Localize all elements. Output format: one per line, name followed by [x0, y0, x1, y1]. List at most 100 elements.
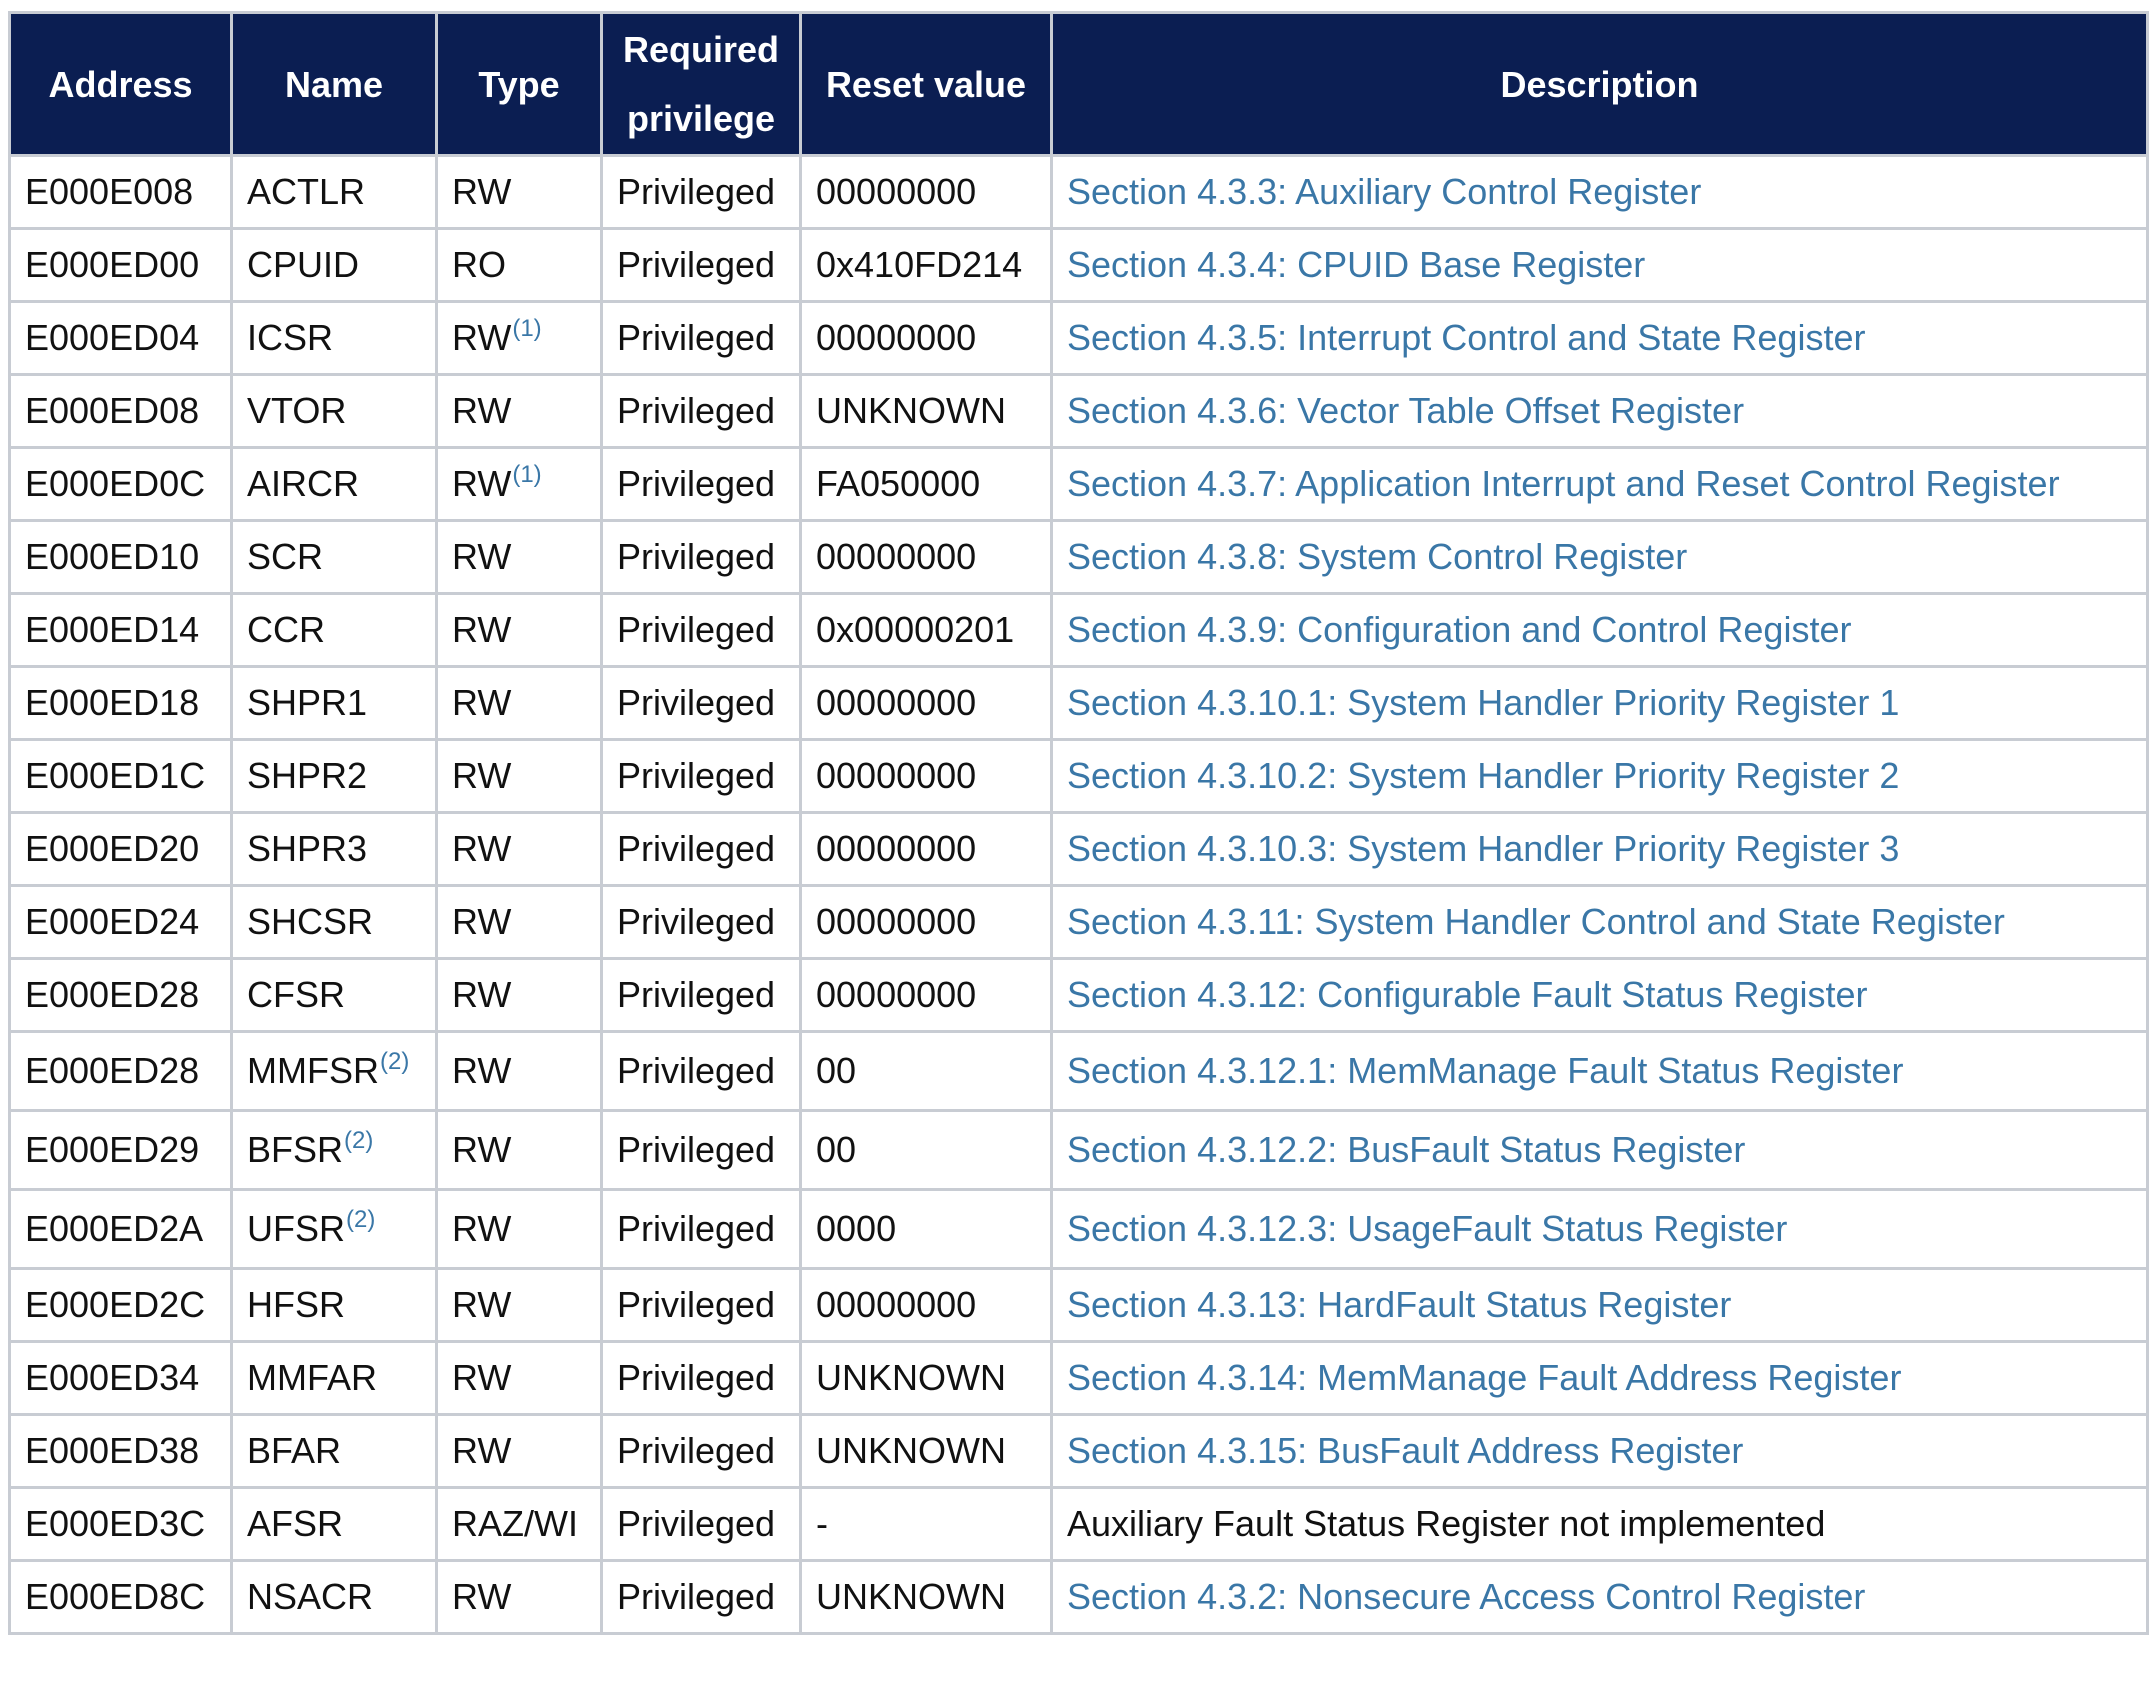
cell-description-link[interactable]: Section 4.3.2: Nonsecure Access Control …	[1050, 1559, 2149, 1635]
header-name: Name	[230, 11, 438, 157]
cell-description-link[interactable]: Section 4.3.5: Interrupt Control and Sta…	[1050, 300, 2149, 376]
cell-reset-value-text: UNKNOWN	[816, 1357, 1006, 1398]
cell-description-link[interactable]: Section 4.3.9: Configuration and Control…	[1050, 592, 2149, 668]
cell-description-link-text[interactable]: Section 4.3.12.1: MemManage Fault Status…	[1067, 1050, 1903, 1091]
cell-description-link-text[interactable]: Section 4.3.10.1: System Handler Priorit…	[1067, 682, 1899, 723]
cell-name: BFAR	[230, 1413, 438, 1489]
cell-privilege-text: Privileged	[617, 171, 776, 212]
cell-description-link-text[interactable]: Section 4.3.15: BusFault Address Registe…	[1067, 1430, 1743, 1471]
cell-privilege-text: Privileged	[617, 1050, 776, 1091]
cell-type-text: RW	[452, 463, 512, 504]
cell-reset-value: 0x410FD214	[799, 227, 1053, 303]
cell-description-link[interactable]: Section 4.3.3: Auxiliary Control Registe…	[1050, 154, 2149, 230]
cell-reset-value-text: UNKNOWN	[816, 1430, 1006, 1471]
cell-name-text: CPUID	[247, 244, 360, 285]
cell-description-link[interactable]: Section 4.3.4: CPUID Base Register	[1050, 227, 2149, 303]
cell-type: RW	[435, 1340, 603, 1416]
cell-description-link[interactable]: Section 4.3.8: System Control Register	[1050, 519, 2149, 595]
cell-description-link[interactable]: Section 4.3.14: MemManage Fault Address …	[1050, 1340, 2149, 1416]
cell-name: SHPR1	[230, 665, 438, 741]
cell-type-text: RW	[452, 536, 512, 577]
table-row: E000ED10 SCR RW Privileged 00000000 Section 4…	[8, 519, 2149, 595]
cell-description-link[interactable]: Section 4.3.12.3: UsageFault Status Regi…	[1050, 1188, 2149, 1270]
table-row: E000ED14 CCR RW Privileged 0x00000201 Section…	[8, 592, 2149, 668]
cell-description-link-text[interactable]: Section 4.3.6: Vector Table Offset Regis…	[1067, 390, 1744, 431]
cell-type: RW(1)	[435, 446, 603, 522]
cell-description-link-text[interactable]: Section 4.3.10.2: System Handler Priorit…	[1067, 755, 1899, 796]
table-row: E000ED24 SHCSR RW Privileged 00000000 Section…	[8, 884, 2149, 960]
cell-privilege: Privileged	[600, 592, 802, 668]
cell-name: AFSR	[230, 1486, 438, 1562]
cell-privilege: Privileged	[600, 1267, 802, 1343]
cell-description-link[interactable]: Section 4.3.6: Vector Table Offset Regis…	[1050, 373, 2149, 449]
cell-name: MMFSR(2)	[230, 1030, 438, 1112]
cell-name-text: ACTLR	[247, 171, 366, 212]
cell-name: CFSR	[230, 957, 438, 1033]
cell-type-text: RW	[452, 1129, 512, 1170]
cell-type-text: RW	[452, 1430, 512, 1471]
cell-reset-value: 00	[799, 1109, 1053, 1191]
cell-description-link[interactable]: Section 4.3.12: Configurable Fault Statu…	[1050, 957, 2149, 1033]
cell-description-link-text[interactable]: Section 4.3.3: Auxiliary Control Registe…	[1067, 171, 1701, 212]
cell-description-link[interactable]: Section 4.3.10.2: System Handler Priorit…	[1050, 738, 2149, 814]
cell-privilege: Privileged	[600, 519, 802, 595]
cell-reset-value: UNKNOWN	[799, 373, 1053, 449]
cell-description-link[interactable]: Section 4.3.13: HardFault Status Registe…	[1050, 1267, 2149, 1343]
cell-name-text: VTOR	[247, 390, 347, 431]
cell-address-text: E000ED14	[25, 609, 200, 650]
cell-privilege: Privileged	[600, 1188, 802, 1270]
table-row: E000ED8C NSACR RW Privileged UNKNOWN Section …	[8, 1559, 2149, 1635]
cell-address: E000ED24	[8, 884, 233, 960]
cell-description-link[interactable]: Section 4.3.12.1: MemManage Fault Status…	[1050, 1030, 2149, 1112]
cell-reset-value: 00000000	[799, 300, 1053, 376]
cell-address-text: E000ED18	[25, 682, 200, 723]
cell-description-link-text[interactable]: Section 4.3.14: MemManage Fault Address …	[1067, 1357, 1901, 1398]
cell-name: CCR	[230, 592, 438, 668]
cell-description-link-text[interactable]: Section 4.3.4: CPUID Base Register	[1067, 244, 1645, 285]
cell-description-link-text[interactable]: Section 4.3.10.3: System Handler Priorit…	[1067, 828, 1899, 869]
cell-description-link-text[interactable]: Section 4.3.7: Application Interrupt and…	[1067, 463, 2060, 504]
cell-description-link-text[interactable]: Section 4.3.5: Interrupt Control and Sta…	[1067, 317, 1865, 358]
cell-reset-value-text: 00000000	[816, 317, 977, 358]
cell-description-link[interactable]: Section 4.3.12.2: BusFault Status Regist…	[1050, 1109, 2149, 1191]
cell-type-text: RW	[452, 901, 512, 942]
table-body: E000E008 ACTLR RW Privileged 00000000 Section…	[8, 154, 2149, 1635]
cell-type-text: RW	[452, 1357, 512, 1398]
table-row: E000ED2C HFSR RW Privileged 00000000 Section …	[8, 1267, 2149, 1343]
cell-type: RW	[435, 373, 603, 449]
cell-address: E000ED04	[8, 300, 233, 376]
cell-reset-value-text: UNKNOWN	[816, 1576, 1006, 1617]
cell-description-link-text[interactable]: Section 4.3.12: Configurable Fault Statu…	[1067, 974, 1867, 1015]
cell-address-text: E000ED8C	[25, 1576, 206, 1617]
footnote-link[interactable]: (2)	[380, 1048, 409, 1075]
cell-name-text: BFSR	[247, 1129, 344, 1170]
cell-description-text: Auxiliary Fault Status Register not impl…	[1067, 1503, 1826, 1544]
cell-address: E000ED2A	[8, 1188, 233, 1270]
cell-privilege-text: Privileged	[617, 1430, 776, 1471]
footnote-link[interactable]: (2)	[344, 1127, 373, 1154]
cell-description-link[interactable]: Section 4.3.7: Application Interrupt and…	[1050, 446, 2149, 522]
footnote-link[interactable]: (2)	[346, 1206, 375, 1233]
table-row: E000E008 ACTLR RW Privileged 00000000 Section…	[8, 154, 2149, 230]
cell-description-link-text[interactable]: Section 4.3.8: System Control Register	[1067, 536, 1687, 577]
footnote-link[interactable]: (1)	[512, 315, 541, 342]
cell-reset-value: UNKNOWN	[799, 1559, 1053, 1635]
cell-description-link[interactable]: Section 4.3.11: System Handler Control a…	[1050, 884, 2149, 960]
table-row: E000ED0C AIRCR RW(1) Privileged FA050000 Sect…	[8, 446, 2149, 522]
cell-description-link[interactable]: Section 4.3.15: BusFault Address Registe…	[1050, 1413, 2149, 1489]
cell-description-link-text[interactable]: Section 4.3.9: Configuration and Control…	[1067, 609, 1851, 650]
cell-reset-value-text: 0x410FD214	[816, 244, 1023, 285]
cell-description-link-text[interactable]: Section 4.3.2: Nonsecure Access Control …	[1067, 1576, 1865, 1617]
cell-type: RW(1)	[435, 300, 603, 376]
cell-description-link-text[interactable]: Section 4.3.12.2: BusFault Status Regist…	[1067, 1129, 1745, 1170]
table-row: E000ED28 CFSR RW Privileged 00000000 Section …	[8, 957, 2149, 1033]
cell-description-link-text[interactable]: Section 4.3.12.3: UsageFault Status Regi…	[1067, 1208, 1787, 1249]
cell-address: E000ED00	[8, 227, 233, 303]
cell-description-link[interactable]: Section 4.3.10.1: System Handler Priorit…	[1050, 665, 2149, 741]
cell-description-link-text[interactable]: Section 4.3.11: System Handler Control a…	[1067, 901, 2005, 942]
cell-description-link-text[interactable]: Section 4.3.13: HardFault Status Registe…	[1067, 1284, 1731, 1325]
cell-description-link[interactable]: Section 4.3.10.3: System Handler Priorit…	[1050, 811, 2149, 887]
cell-address-text: E000ED34	[25, 1357, 200, 1398]
footnote-link[interactable]: (1)	[512, 461, 541, 488]
cell-address: E000ED29	[8, 1109, 233, 1191]
